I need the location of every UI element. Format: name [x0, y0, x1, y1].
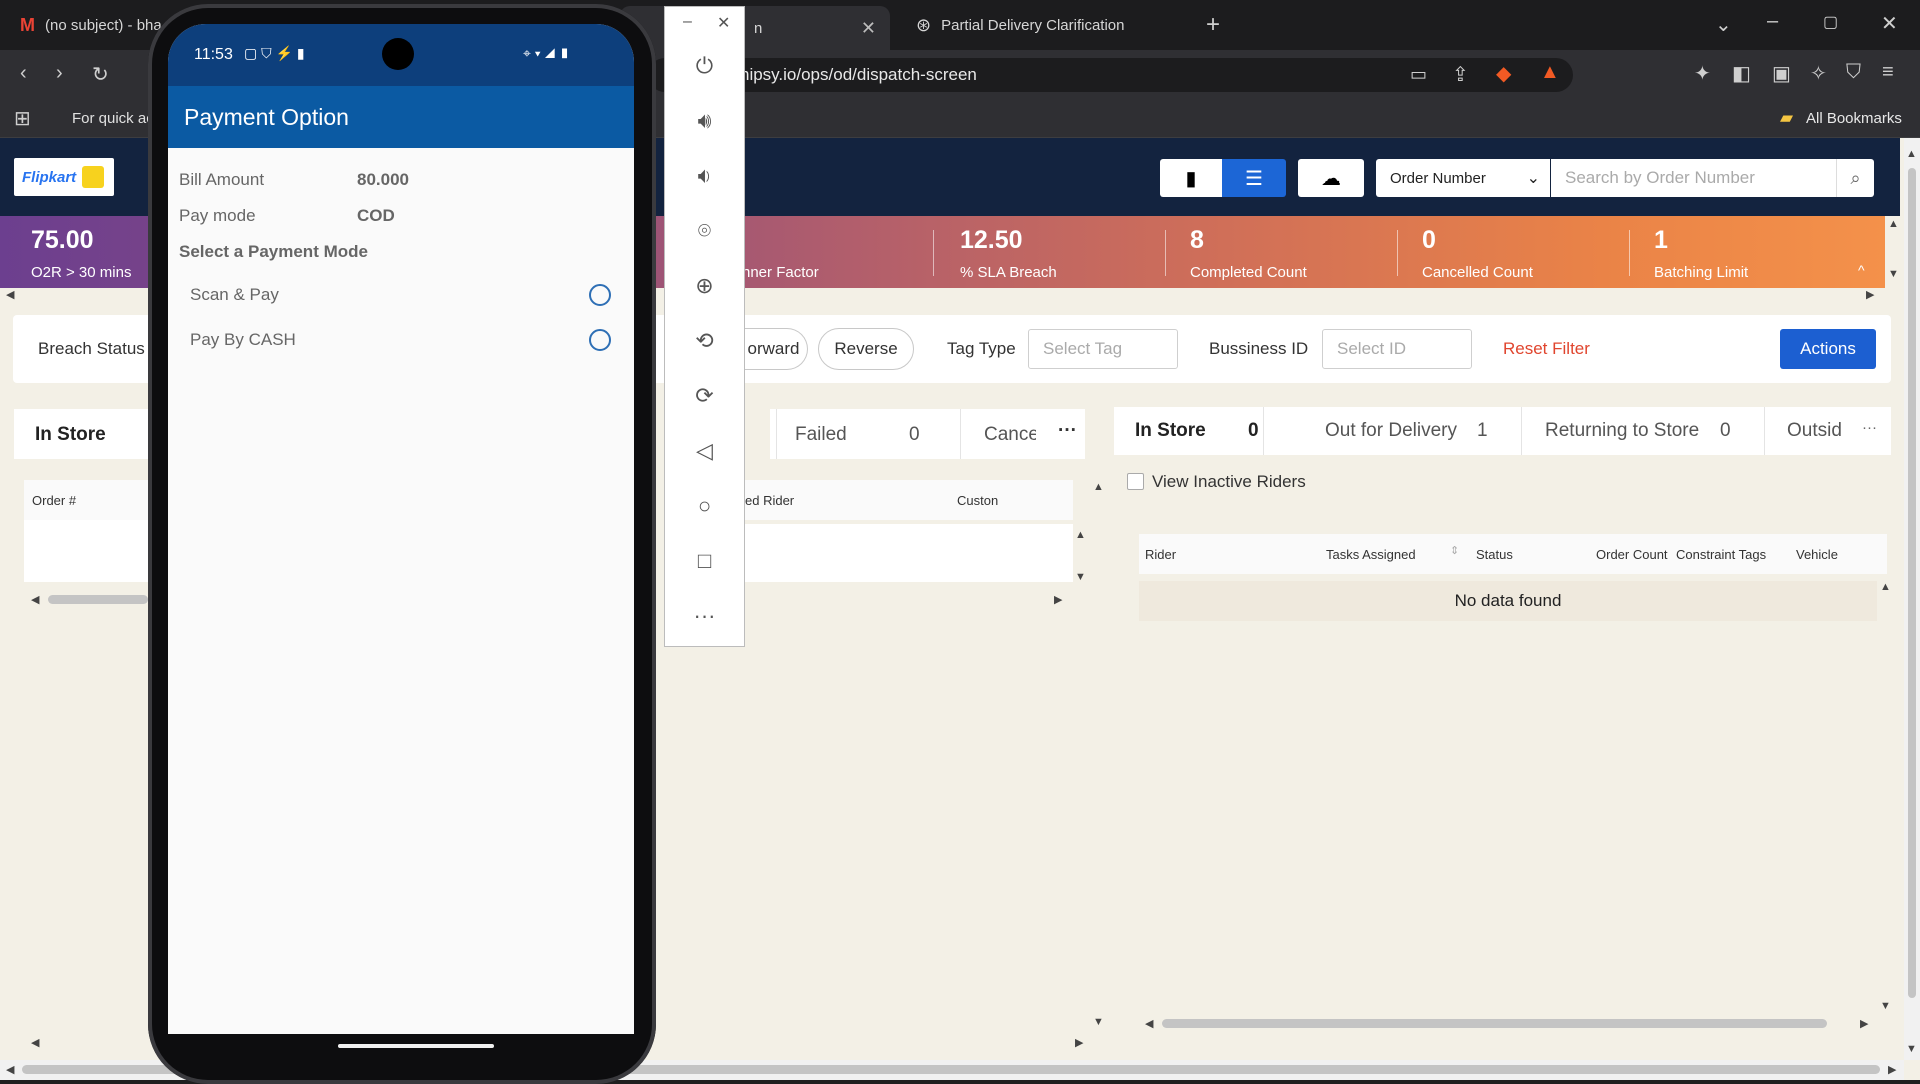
orders-more-icon[interactable]: ···	[1058, 420, 1077, 442]
option-scan-pay[interactable]: Scan & Pay	[168, 274, 634, 318]
volume-up-icon[interactable]: 🔊︎	[665, 108, 744, 134]
empty-state: No data found	[1139, 581, 1877, 621]
search-input[interactable]: Search by Order Number	[1551, 159, 1836, 197]
flipkart-bag-icon	[82, 166, 105, 188]
business-id-select[interactable]: Select ID	[1322, 329, 1472, 369]
close-window-icon[interactable]: ✕	[1881, 11, 1898, 36]
scan-pay-radio[interactable]	[589, 284, 611, 306]
weather-icon: ☁	[1321, 167, 1341, 190]
forward-button[interactable]: orward	[740, 328, 808, 370]
close-tab-icon[interactable]: ✕	[861, 18, 876, 39]
riders-table-header	[1139, 534, 1887, 574]
wallet-icon[interactable]: ▣	[1772, 61, 1791, 86]
payment-option-title: Payment Option	[184, 103, 349, 130]
orders-panel-title: In Store	[35, 424, 106, 445]
volume-down-icon[interactable]: 🔉︎	[665, 163, 744, 189]
share-icon[interactable]: ⇪	[1452, 62, 1469, 87]
status-icons: ▢ ⛉ ⚡ ▮	[244, 45, 305, 61]
emulator-minimize-icon[interactable]: –	[683, 13, 692, 31]
orders-hscroll[interactable]	[48, 595, 148, 604]
android-emulator: 11:53 ▢ ⛉ ⚡ ▮ ⌖ ▾ ◢ ▮ Payment Option Bil…	[148, 4, 656, 1084]
folder-icon: ▰	[1780, 108, 1794, 127]
forward-icon[interactable]: ›	[56, 62, 63, 85]
leo-icon[interactable]: ✧	[1810, 61, 1827, 86]
search-type-select[interactable]: Order Number ⌄	[1376, 159, 1550, 197]
riders-hscroll[interactable]	[1162, 1019, 1827, 1028]
more-options-icon[interactable]: ···	[665, 603, 744, 629]
gesture-handle[interactable]	[338, 1044, 494, 1048]
collapse-icon[interactable]: ^	[1858, 262, 1865, 278]
phone-status-bar: 11:53 ▢ ⛉ ⚡ ▮ ⌖ ▾ ◢ ▮	[168, 24, 634, 86]
weather-button[interactable]: ☁	[1298, 159, 1364, 197]
map-icon: ▮	[1185, 167, 1197, 190]
emulator-close-icon[interactable]: ✕	[717, 13, 730, 33]
signal-icons: ⌖ ▾ ◢ ▮	[523, 45, 570, 61]
pay-mode-value: COD	[357, 206, 395, 225]
bill-amount-value: 80.000	[357, 170, 409, 189]
map-view-button[interactable]: ▮	[1160, 159, 1222, 197]
view-inactive-label: View Inactive Riders	[1152, 472, 1306, 491]
chevron-down-icon: ⌄	[1526, 170, 1540, 187]
phone-app-bar: Payment Option	[168, 86, 634, 148]
select-payment-heading: Select a Payment Mode	[179, 242, 368, 261]
power-icon[interactable]: ⏻	[665, 53, 744, 79]
camera-icon[interactable]: ⌾	[665, 218, 744, 244]
tab-partial-delivery[interactable]: ⊛ Partial Delivery Clarification	[902, 0, 1192, 50]
new-tab-icon[interactable]: +	[1206, 11, 1220, 39]
tag-select[interactable]: Select Tag	[1028, 329, 1178, 369]
gmail-icon: M	[20, 14, 35, 35]
all-bookmarks[interactable]: All Bookmarks	[1806, 110, 1902, 127]
minimize-icon[interactable]: –	[1767, 10, 1778, 33]
sidebar-icon[interactable]: ◧	[1732, 61, 1751, 86]
address-bar[interactable]: hipsy.io/ops/od/dispatch-screen	[648, 58, 1573, 92]
rotate-left-icon[interactable]: ⟲	[665, 328, 744, 354]
rotate-right-icon[interactable]: ⟳	[665, 383, 744, 409]
cast-icon[interactable]: ▭	[1410, 64, 1427, 85]
tab-gmail[interactable]: M (no subject) - bha	[6, 0, 166, 50]
home-nav-icon[interactable]: ○	[665, 493, 744, 519]
tab-outside[interactable]: Outsid	[1765, 407, 1845, 455]
breach-status-filter[interactable]: Breach Status	[38, 339, 145, 359]
brave-shield-icon[interactable]: ◆	[1496, 61, 1511, 86]
emulator-toolbar: – ✕ ⏻ 🔊︎ 🔉︎ ⌾ ⊕ ⟲ ⟳ ◁ ○ □ ···	[664, 6, 745, 647]
menu-icon[interactable]: ≡	[1882, 61, 1894, 84]
actions-button[interactable]: Actions	[1780, 329, 1876, 369]
metrics-scroll-left-icon[interactable]: ◀	[6, 288, 14, 301]
tab-list-icon[interactable]: ⌄	[1715, 12, 1732, 37]
riders-more-icon[interactable]: ···	[1862, 419, 1877, 436]
pay-cash-radio[interactable]	[589, 329, 611, 351]
option-pay-cash[interactable]: Pay By CASH	[168, 319, 634, 363]
tab-returning[interactable]: Returning to Store 0	[1522, 407, 1765, 455]
back-icon[interactable]: ‹	[20, 62, 27, 85]
maximize-icon[interactable]: ▢	[1823, 12, 1838, 32]
zoom-icon[interactable]: ⊕	[665, 273, 744, 299]
tab-in-store[interactable]: In Store 0	[1114, 407, 1264, 455]
back-nav-icon[interactable]: ◁	[665, 438, 744, 464]
reset-filter-link[interactable]: Reset Filter	[1503, 339, 1590, 359]
tab-failed[interactable]: Failed 0	[776, 409, 961, 459]
list-icon: ☰	[1245, 167, 1263, 190]
apps-grid-icon[interactable]: ⊞	[14, 106, 31, 131]
tab-cancelled[interactable]: Cance	[966, 409, 1036, 459]
view-inactive-checkbox[interactable]	[1127, 473, 1144, 490]
sort-icon[interactable]: ⇕	[1450, 544, 1459, 557]
phone-screen: 11:53 ▢ ⛉ ⚡ ▮ ⌖ ▾ ◢ ▮ Payment Option Bil…	[168, 24, 634, 1034]
search-icon: ⌕	[1850, 167, 1861, 188]
extensions-icon[interactable]: ✦	[1694, 61, 1711, 86]
camera-cutout	[382, 38, 414, 70]
search-button[interactable]: ⌕	[1836, 159, 1874, 197]
openai-icon: ⊛	[916, 14, 932, 35]
tab-dispatch[interactable]: n ✕	[620, 6, 890, 50]
reverse-button[interactable]: Reverse	[818, 328, 914, 370]
overview-nav-icon[interactable]: □	[665, 548, 744, 574]
tab-out-for-delivery[interactable]: Out for Delivery 1	[1264, 407, 1522, 455]
vpn-icon[interactable]: ⛉	[1846, 61, 1861, 84]
brave-rewards-icon[interactable]: ▲	[1540, 61, 1560, 84]
flipkart-logo[interactable]: Flipkart	[14, 158, 114, 196]
metrics-scroll-right-icon[interactable]: ▶	[1866, 288, 1874, 301]
reload-icon[interactable]: ↻	[92, 62, 109, 87]
list-view-button[interactable]: ☰	[1222, 159, 1286, 197]
